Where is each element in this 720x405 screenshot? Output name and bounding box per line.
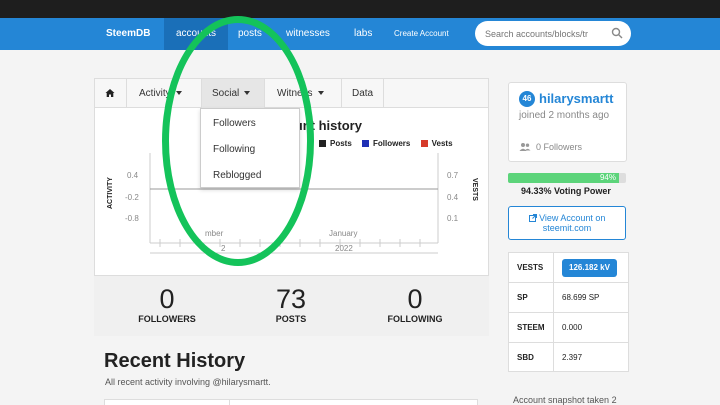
home-icon: [105, 89, 115, 98]
account-stats: 0 FOLLOWERS 73 POSTS 0 FOLLOWING: [94, 276, 489, 336]
value-row-sp: SP 68.699 SP: [509, 283, 628, 313]
voting-power-badge: 94%: [599, 173, 616, 182]
value-key: VESTS: [517, 263, 544, 272]
account-values-table: VESTS 126.182 kV SP 68.699 SP STEEM 0.00…: [508, 252, 629, 372]
profile-card: 46 hilarysmartt joined 2 months ago 0 Fo…: [508, 82, 627, 162]
row-divider: [553, 253, 554, 282]
right-tick: 0.4: [447, 193, 459, 202]
followers-count[interactable]: 0 Followers: [536, 142, 582, 152]
value-key: STEEM: [517, 323, 545, 332]
vests-value-badge[interactable]: 126.182 kV: [562, 259, 617, 277]
brand-link[interactable]: SteemDB: [100, 18, 156, 50]
search-input[interactable]: [485, 26, 605, 41]
value-amount: 2.397: [562, 353, 583, 362]
legend-label: Posts: [330, 139, 352, 148]
chevron-down-icon: [317, 91, 324, 96]
voting-power-text: 94.33% Voting Power: [521, 186, 611, 196]
joined-date: joined 2 months ago: [519, 110, 610, 121]
value-row-steem: STEEM 0.000: [509, 313, 628, 343]
legend-swatch-posts: [319, 140, 326, 148]
users-icon: [519, 143, 531, 151]
stat-value: 0: [407, 284, 423, 314]
right-tick: 0.7: [447, 171, 459, 180]
view-button-label: View Account on: [539, 213, 606, 223]
highlight-annotation-ring: [162, 16, 314, 266]
view-on-steemit-button[interactable]: View Account on steemit.com: [508, 206, 626, 240]
nav-labs[interactable]: labs: [348, 18, 378, 50]
row-divider: [553, 283, 554, 312]
legend-label: Vests: [431, 139, 453, 148]
right-axis-label: VESTS: [471, 178, 478, 201]
stat-label: POSTS: [275, 314, 307, 324]
value-row-sbd: SBD 2.397: [509, 343, 628, 373]
row-divider: [553, 313, 554, 342]
row-divider: [553, 343, 554, 372]
right-tick: 0.1: [447, 214, 459, 223]
legend-label: Followers: [373, 139, 411, 148]
left-tick: 0.4: [127, 171, 139, 180]
stat-value: 73: [275, 284, 307, 314]
legend-swatch-followers: [362, 140, 370, 148]
username-link[interactable]: hilarysmartt: [539, 91, 613, 106]
view-button-line1: View Account on: [509, 213, 625, 223]
stat-value: 0: [159, 284, 175, 314]
tab-data[interactable]: Data: [341, 79, 385, 109]
value-key: SP: [517, 293, 528, 302]
nav-create-account[interactable]: Create Account: [388, 18, 455, 50]
value-amount: 68.699 SP: [562, 293, 600, 302]
view-button-label-2: steemit.com: [542, 223, 592, 233]
legend-item-posts[interactable]: Posts: [319, 139, 356, 148]
search-box: [475, 21, 631, 46]
value-row-vests: VESTS 126.182 kV: [509, 253, 628, 283]
snapshot-note: Account snapshot taken 2: [513, 395, 617, 405]
legend-swatch-vests: [420, 140, 428, 148]
value-key: SBD: [517, 353, 534, 362]
stat-label: FOLLOWING: [387, 314, 443, 324]
search-icon[interactable]: [611, 27, 623, 39]
value-amount: 0.000: [562, 323, 583, 332]
recent-history-subtitle: All recent activity involving @hilarysma…: [105, 377, 271, 387]
top-strip: [0, 0, 720, 18]
external-link-icon: [528, 214, 537, 222]
voting-power-bar: 94%: [508, 173, 626, 183]
left-tick: -0.8: [125, 214, 139, 223]
left-axis-label: ACTIVITY: [107, 177, 114, 209]
chart-legend: Posts Followers Vests: [319, 139, 461, 148]
x-axis-sublabel: 2022: [335, 244, 353, 253]
stat-posts[interactable]: 73 POSTS: [236, 284, 346, 324]
x-axis-label: January: [329, 229, 357, 238]
stat-label: FOLLOWERS: [138, 314, 196, 324]
recent-history-title: Recent History: [104, 350, 246, 372]
reputation-badge: 46: [519, 91, 535, 107]
legend-item-vests[interactable]: Vests: [420, 139, 457, 148]
tab-home[interactable]: [95, 79, 127, 109]
legend-item-followers[interactable]: Followers: [362, 139, 414, 148]
nav-witnesses[interactable]: witnesses: [280, 18, 336, 50]
recent-history-table: [104, 399, 478, 405]
stat-followers[interactable]: 0 FOLLOWERS: [112, 284, 222, 324]
left-tick: -0.2: [125, 193, 139, 202]
stat-following[interactable]: 0 FOLLOWING: [360, 284, 470, 324]
